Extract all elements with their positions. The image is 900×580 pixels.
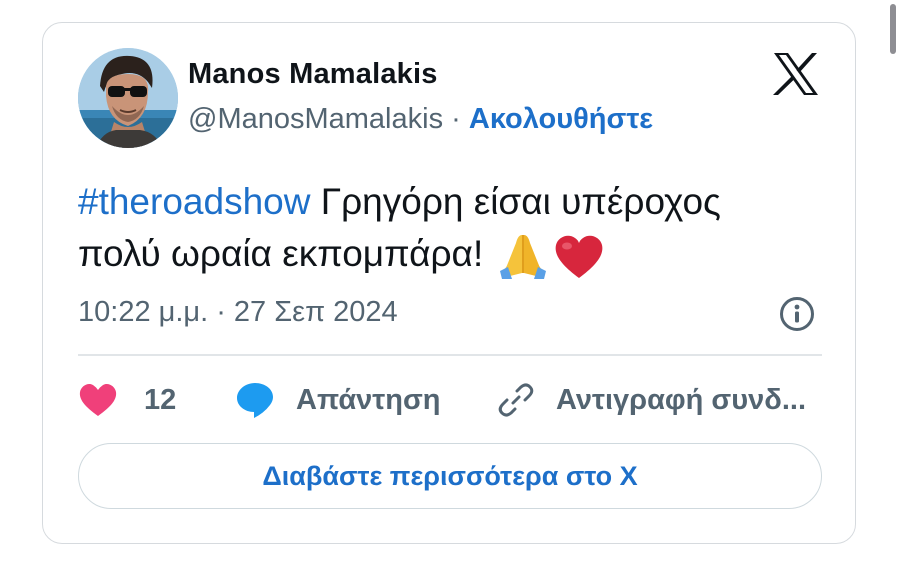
avatar[interactable] bbox=[78, 48, 178, 148]
avatar-image bbox=[78, 48, 178, 148]
heart-icon bbox=[79, 383, 117, 416]
x-logo-icon[interactable] bbox=[772, 52, 820, 96]
author-name[interactable]: Manos Mamalakis bbox=[188, 58, 438, 91]
red-heart-emoji-icon bbox=[555, 236, 602, 279]
scrollbar[interactable] bbox=[890, 4, 896, 54]
link-icon bbox=[498, 383, 534, 417]
reply-label: Απάντηση bbox=[296, 383, 441, 416]
handle-row: @ManosMamalakis · Ακολουθήστε bbox=[188, 103, 653, 136]
speech-bubble-icon bbox=[237, 383, 273, 418]
page: Manos Mamalakis @ManosMamalakis · Ακολου… bbox=[0, 0, 900, 580]
folded-hands-emoji-icon bbox=[499, 235, 546, 280]
author-handle[interactable]: @ManosMamalakis bbox=[188, 103, 443, 135]
like-button[interactable]: 12 bbox=[78, 378, 176, 422]
info-icon[interactable] bbox=[779, 296, 815, 332]
follow-link[interactable]: Ακολουθήστε bbox=[469, 103, 653, 135]
actions-bar: 12 Απάντηση Αντιγραφή συνδ... bbox=[78, 378, 838, 422]
copy-link-label: Αντιγραφή συνδ... bbox=[556, 383, 807, 416]
tweet-text: #theroadshow Γρηγόρη είσαι υπέροχος πολύ… bbox=[78, 176, 818, 280]
like-count: 12 bbox=[144, 383, 177, 416]
separator-dot: · bbox=[451, 103, 461, 135]
tweet-text-line1: Γρηγόρη είσαι υπέροχος bbox=[310, 181, 721, 222]
tweet-timestamp[interactable]: 10:22 μ.μ. · 27 Σεπ 2024 bbox=[78, 296, 398, 329]
divider bbox=[78, 354, 822, 356]
reply-button[interactable]: Απάντηση bbox=[236, 378, 441, 422]
tweet-text-line2: πολύ ωραία εκπομπάρα! bbox=[78, 233, 494, 274]
hashtag-link[interactable]: #theroadshow bbox=[78, 181, 310, 222]
read-more-button[interactable]: Διαβάστε περισσότερα στο X bbox=[78, 443, 822, 509]
copy-link-button[interactable]: Αντιγραφή συνδ... bbox=[496, 378, 806, 422]
